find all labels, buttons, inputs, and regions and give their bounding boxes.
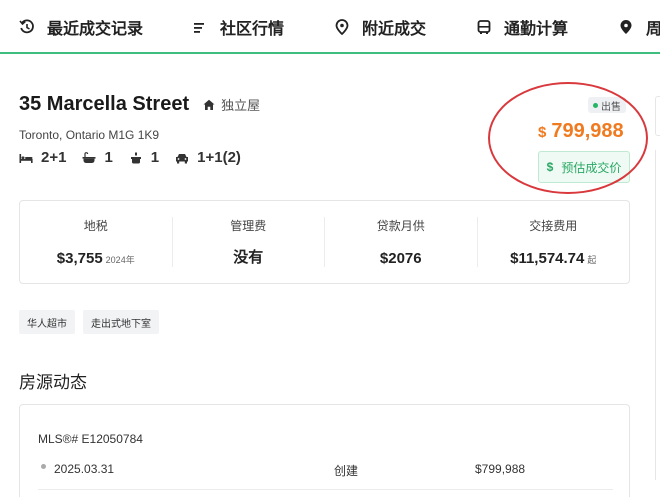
estimate-price-label: 预估成交价 [561, 160, 622, 175]
listing-price: $799,988 [538, 120, 624, 143]
top-nav: 最近成交记录 社区行情 附近成交 通勤计算 周 [0, 0, 660, 54]
history-panel: MLS®# E12050784 2025.03.31 创建 $799,988 [19, 404, 630, 497]
car-icon [176, 153, 189, 163]
side-panel-edge [655, 96, 660, 136]
list-icon [192, 19, 208, 35]
kitchen-icon [130, 152, 141, 163]
nav-item-label: 社区行情 [220, 21, 285, 38]
tag-chinese-supermarket: 华人超市 [19, 310, 75, 334]
cost-property-tax: 地税 $3,755 2024年 [20, 217, 173, 267]
bedrooms: 2+1 [19, 149, 66, 166]
price-currency: $ [538, 124, 547, 141]
dollar-icon: $ [546, 160, 554, 174]
nav-item-nearby-sales[interactable]: 附近成交 [334, 0, 426, 54]
nav-item-label: 最近成交记录 [47, 21, 144, 38]
estimate-price-button[interactable]: $ 预估成交价 [538, 151, 630, 183]
status-badge: 出售 [588, 97, 626, 113]
location-pin-icon [334, 19, 350, 35]
bed-icon [19, 153, 33, 163]
side-divider [655, 150, 656, 480]
street-address: 35 Marcella Street [19, 93, 190, 115]
mls-number: MLS®# E12050784 [38, 432, 143, 446]
nav-item-community[interactable]: 社区行情 [192, 0, 284, 54]
bus-icon [476, 19, 492, 35]
history-event: 创建 [334, 464, 359, 478]
tag-walkout-basement: 走出式地下室 [83, 310, 159, 334]
nav-item-label: 附近成交 [362, 21, 427, 38]
cost-closing-fees[interactable]: 交接费用 $11,574.74 起 [478, 217, 630, 267]
house-icon [203, 99, 215, 110]
property-type-label: 独立屋 [221, 98, 261, 113]
feature-tags: 华人超市 走出式地下室 [19, 310, 167, 334]
nav-item-surroundings[interactable]: 周 [618, 0, 660, 54]
section-title-history: 房源动态 [19, 373, 87, 392]
timeline-dot [41, 464, 46, 469]
feature-summary: 2+1 1 1 1+1(2) [19, 149, 257, 166]
nav-item-label: 周 [646, 21, 660, 38]
history-icon [19, 19, 35, 35]
price-value: 799,988 [551, 120, 624, 142]
bathrooms: 1 [82, 149, 113, 166]
kitchens: 1 [129, 149, 159, 166]
listing-title: 35 Marcella Street 独立屋 [19, 93, 260, 116]
property-type: 独立屋 [203, 95, 260, 114]
status-dot [593, 102, 598, 108]
history-date: 2025.03.31 [54, 462, 115, 476]
nav-item-recent-sales[interactable]: 最近成交记录 [19, 0, 143, 54]
cost-summary: 地税 $3,755 2024年 管理费 没有 贷款月供 $2076 交接费用 $1… [19, 200, 630, 284]
history-row: 2025.03.31 创建 $799,988 [38, 460, 613, 490]
parking: 1+1(2) [175, 149, 241, 166]
nav-item-commute[interactable]: 通勤计算 [476, 0, 568, 54]
cost-mortgage-payment[interactable]: 贷款月供 $2076 [325, 217, 478, 267]
location-pin-icon [618, 19, 634, 35]
bathtub-icon [82, 151, 96, 163]
cost-maintenance-fee: 管理费 没有 [173, 217, 325, 267]
history-amount: $799,988 [475, 462, 526, 476]
nav-item-label: 通勤计算 [504, 21, 569, 38]
city-line: Toronto, Ontario M1G 1K9 [19, 128, 160, 142]
